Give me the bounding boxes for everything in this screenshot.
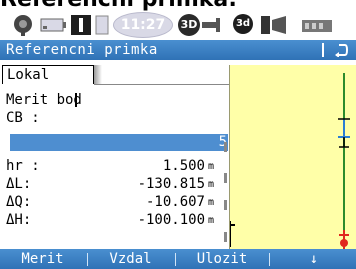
delta-l-unit: m [208,179,215,190]
down-arrow-softkey[interactable]: ↓ [272,249,356,269]
page-heading: Referenční přímka: [0,0,356,12]
battery-icon [40,18,66,32]
map-graphic [225,73,350,249]
prism-icon [261,16,286,34]
line-end-marker [339,137,349,148]
signal-icon [202,18,220,32]
ulozit-softkey[interactable]: Ulozit [176,249,268,269]
hr-value[interactable]: 1.500 [163,157,205,175]
tab-lokal[interactable]: Lokal [2,65,94,84]
title-separator [322,43,324,57]
delta-l-value: -130.815 [137,176,205,192]
delta-h-value: -100.100 [137,212,205,228]
hr-label: hr : [6,158,40,174]
instrument-station-icon [225,221,235,247]
map-panel[interactable] [225,65,356,249]
delta-h-unit: m [208,215,215,226]
delta-q-unit: m [208,197,215,208]
scrollbar-tick[interactable] [224,200,227,210]
scrollbar-tick[interactable] [224,142,227,152]
delta-h-label: ΔH: [6,212,32,228]
target-prism-icon [339,230,349,249]
card-icon [95,15,109,35]
position-quality-badge: 3D [178,14,200,36]
gps-antenna-icon [14,15,32,36]
back-arrow-icon[interactable] [334,43,348,57]
merit-softkey[interactable]: Merit [0,249,85,269]
vzdal-softkey[interactable]: Vzdal [88,249,173,269]
clock: 11:27 [113,12,173,38]
delta-q-label: ΔQ: [6,194,32,210]
title-bar: Referencni primka [0,40,356,60]
status-bar: 11:27 3D 3d [0,12,356,38]
delta-l-label: ΔL: [6,176,32,192]
instrument-icon [71,15,91,35]
line-start-marker [338,118,350,138]
softkey-bar: Merit Vzdal Ulozit ↓ [0,249,356,269]
softkey-separator [269,253,270,266]
scrollbar-tick[interactable] [224,173,227,183]
cb-input[interactable]: 5 [10,134,228,151]
scrollbar-tick[interactable] [224,232,227,242]
tab-shadow [94,65,102,84]
window-title: Referencni primka [6,42,158,58]
satellite-badge: 3d [233,14,253,34]
memory-icon [302,20,332,32]
merit-bod-label: Merit bod [6,92,82,108]
cb-label: CB : [6,110,40,126]
hr-unit: m [208,161,215,172]
delta-q-value: -10.607 [145,194,205,210]
text-cursor [75,93,77,107]
